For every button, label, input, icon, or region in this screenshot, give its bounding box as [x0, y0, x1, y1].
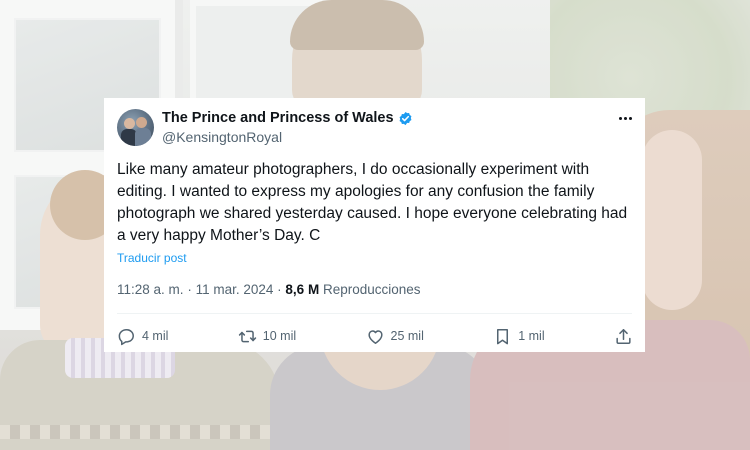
divider [117, 313, 632, 314]
tweet-time[interactable]: 11:28 a. m. [117, 282, 184, 297]
like-button[interactable]: 25 mil [366, 327, 424, 346]
repost-icon [238, 330, 256, 342]
author-avatar[interactable] [117, 109, 154, 146]
tweet-text: Like many amateur photographers, I do oc… [117, 161, 628, 244]
reply-icon [118, 328, 134, 345]
views-count: 8,6 M [285, 282, 320, 297]
bookmark-count: 1 mil [518, 329, 545, 343]
bookmark-button[interactable]: 1 mil [493, 327, 545, 346]
bookmark-icon [497, 328, 509, 344]
author-name-row: The Prince and Princess of Wales [162, 110, 413, 126]
meta-separator: · [187, 282, 192, 297]
like-count: 25 mil [390, 329, 424, 343]
translate-post-link[interactable]: Traducir post [117, 251, 187, 265]
share-icon [616, 328, 631, 344]
repost-button[interactable]: 10 mil [238, 327, 296, 346]
more-options-icon[interactable] [615, 110, 635, 126]
heart-icon [367, 329, 383, 344]
reply-count: 4 mil [142, 329, 169, 343]
tweet-metadata: 11:28 a. m. · 11 mar. 2024 · 8,6 M Repro… [117, 282, 421, 297]
action-bar: 4 mil 10 mil 25 mil 1 mil [117, 325, 633, 347]
tweet-date[interactable]: 11 mar. 2024 [196, 282, 274, 297]
author-handle[interactable]: @KensingtonRoyal [162, 129, 282, 145]
author-name[interactable]: The Prince and Princess of Wales [162, 110, 394, 126]
meta-separator: · [277, 282, 282, 297]
views-label: Reproducciones [322, 282, 421, 297]
tweet-card: The Prince and Princess of Wales @Kensin… [104, 98, 645, 352]
verified-badge-icon [398, 111, 413, 126]
repost-count: 10 mil [262, 329, 297, 343]
reply-button[interactable]: 4 mil [117, 327, 168, 346]
share-button[interactable] [614, 327, 633, 346]
